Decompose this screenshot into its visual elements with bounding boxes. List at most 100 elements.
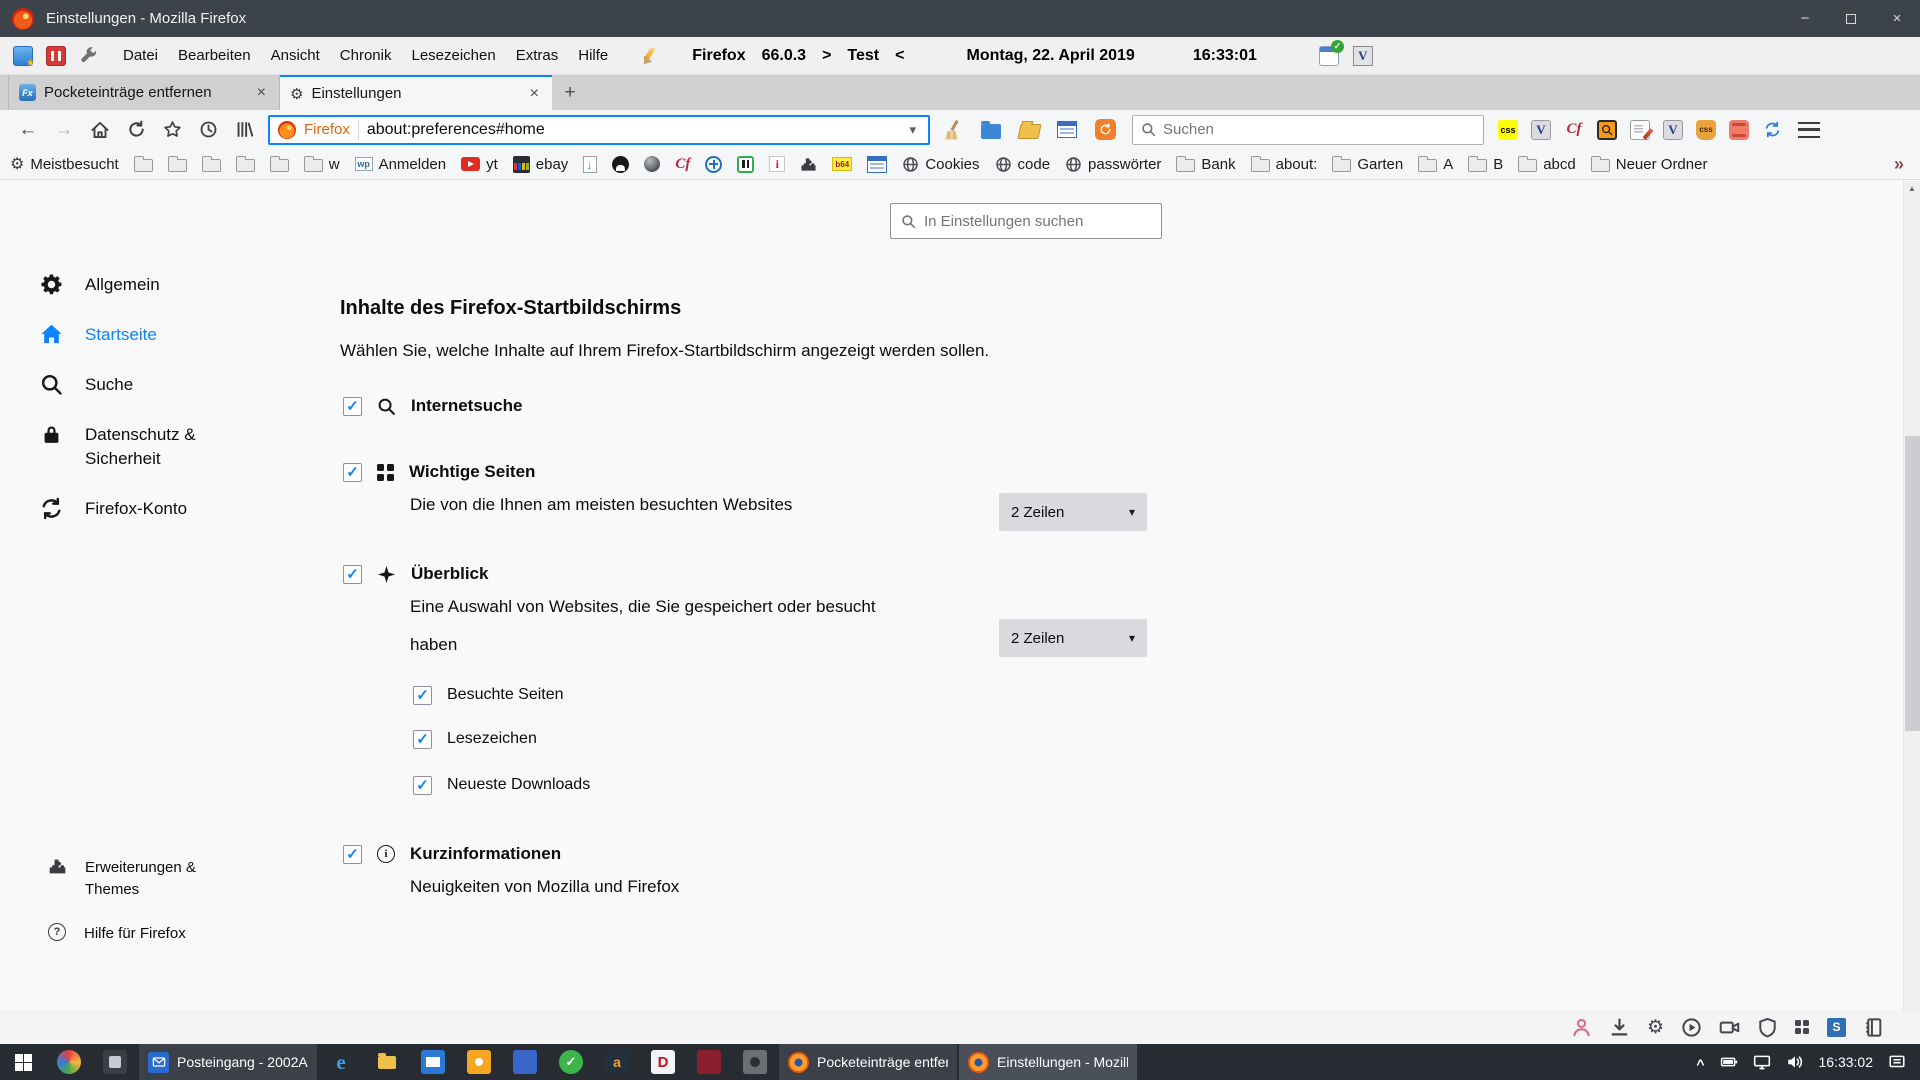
bookmark-meistbesucht[interactable]: ⚙ Meistbesucht — [10, 154, 119, 174]
tab-close-icon[interactable]: × — [527, 85, 542, 103]
battery-icon[interactable] — [1720, 1053, 1738, 1071]
sidebar-item-datenschutz[interactable]: Datenschutz & Sicherheit — [40, 423, 290, 471]
magnifier-extension-icon[interactable] — [1597, 120, 1617, 140]
bookmark-sphere-icon[interactable] — [644, 156, 660, 172]
bookmark-folder-neuer-ordner[interactable]: Neuer Ordner — [1591, 156, 1708, 173]
bookmark-folder-a[interactable]: A — [1418, 156, 1453, 173]
action-center-icon[interactable] — [1888, 1053, 1906, 1071]
checkbox-lesezeichen[interactable]: ✓ — [413, 730, 432, 749]
taskbar-app-edge[interactable]: e — [318, 1044, 364, 1080]
tab-einstellungen[interactable]: ⚙ Einstellungen × — [280, 75, 552, 110]
history-button[interactable] — [190, 114, 226, 146]
menu-hilfe[interactable]: Hilfe — [568, 37, 618, 75]
url-input[interactable] — [367, 121, 898, 139]
forward-button[interactable]: → — [46, 114, 82, 146]
script-scroll-extension-icon[interactable] — [1729, 120, 1749, 140]
checkbox-ueberblick[interactable]: ✓ — [343, 565, 362, 584]
calendar-icon[interactable] — [46, 46, 66, 66]
table-extension-button[interactable] — [1052, 117, 1082, 143]
taskbar-app-camera[interactable] — [732, 1044, 778, 1080]
bookmark-folder[interactable] — [270, 159, 289, 172]
bookmark-cookies[interactable]: Cookies — [902, 156, 979, 173]
bookmark-folder[interactable] — [168, 159, 187, 172]
v2-extension-icon[interactable]: V — [1663, 120, 1683, 140]
taskbar-button-einstellungen[interactable]: Einstellungen - Mozill... — [959, 1044, 1137, 1080]
minimize-button[interactable]: − — [1782, 0, 1828, 37]
checkbox-wichtige-seiten[interactable]: ✓ — [343, 463, 362, 482]
edit-document-extension-icon[interactable] — [1630, 120, 1650, 140]
network-monitor-icon[interactable] — [1753, 1053, 1771, 1071]
menu-lesezeichen[interactable]: Lesezeichen — [401, 37, 505, 75]
bookmark-folder-b[interactable]: B — [1468, 156, 1503, 173]
menu-hamburger-icon[interactable] — [1798, 122, 1820, 138]
spreadsheet-check-icon[interactable] — [1319, 46, 1339, 66]
wichtige-seiten-rows-select[interactable]: 2 Zeilen ▾ — [999, 493, 1147, 531]
checkbox-kurzinformationen[interactable]: ✓ — [343, 845, 362, 864]
gear-icon[interactable]: ⚙ — [1647, 1016, 1664, 1039]
v-extension-icon[interactable]: V — [1531, 120, 1551, 140]
url-bar[interactable]: Firefox ▾ — [268, 115, 930, 145]
bookmark-folder[interactable] — [236, 159, 255, 172]
taskbar-app-blue-1[interactable] — [410, 1044, 456, 1080]
bookmark-telekom-icon[interactable]: i — [769, 156, 785, 172]
bookmark-github-icon[interactable] — [612, 156, 629, 173]
open-folder-button[interactable] — [1014, 117, 1044, 143]
notebook-icon[interactable] — [1863, 1017, 1884, 1038]
bookmark-table-icon[interactable] — [867, 156, 887, 173]
bookmark-green-bracket-icon[interactable] — [737, 156, 754, 173]
bookmark-ebay[interactable]: ebay — [513, 156, 569, 173]
download-icon[interactable] — [1609, 1017, 1630, 1038]
page-scrollbar[interactable]: ▲ — [1903, 181, 1920, 1010]
bookmark-folder-about[interactable]: about: — [1251, 156, 1318, 173]
wrench-icon[interactable] — [79, 46, 99, 66]
taskbar-app-amazon[interactable]: a — [594, 1044, 640, 1080]
bookmark-folder[interactable] — [134, 159, 153, 172]
sidebar-item-erweiterungen[interactable]: Erweiterungen & Themes — [48, 857, 278, 901]
bookmark-folder-bank[interactable]: Bank — [1176, 156, 1235, 173]
checkbox-neueste-downloads[interactable]: ✓ — [413, 776, 432, 795]
blue-sync-extension-icon[interactable] — [1762, 120, 1782, 140]
close-button[interactable]: × — [1874, 0, 1920, 37]
bookmarks-overflow-chevron[interactable]: » — [1894, 154, 1904, 175]
restore-button[interactable] — [1828, 0, 1874, 37]
cf-extension-icon[interactable]: Cf — [1564, 120, 1584, 140]
bookmark-cf-icon[interactable]: Cf — [675, 154, 690, 174]
library-button[interactable] — [226, 114, 262, 146]
sidebar-item-allgemein[interactable]: Allgemein — [40, 273, 290, 297]
preferences-search-field[interactable] — [890, 203, 1162, 239]
window-star-icon[interactable] — [13, 46, 33, 66]
taskbar-app-explorer[interactable] — [364, 1044, 410, 1080]
bookmark-folder-abcd[interactable]: abcd — [1518, 156, 1576, 173]
orange-sync-button[interactable] — [1090, 117, 1120, 143]
grid-icon[interactable] — [1795, 1020, 1810, 1035]
bookmark-code[interactable]: code — [995, 156, 1051, 173]
search-input[interactable] — [1163, 121, 1475, 138]
taskbar-button-pocketeintraege[interactable]: Pocketeinträge entfer... — [779, 1044, 957, 1080]
menu-chronik[interactable]: Chronik — [330, 37, 402, 75]
camera-icon[interactable] — [1719, 1017, 1740, 1038]
reload-button[interactable] — [118, 114, 154, 146]
hidden-icons-chevron[interactable]: ^ — [1696, 1056, 1704, 1072]
bookmark-blue-globe-icon[interactable] — [705, 156, 722, 173]
back-button[interactable]: ← — [10, 114, 46, 146]
pencil-icon[interactable] — [640, 47, 658, 65]
sidebar-item-hilfe[interactable]: ? Hilfe für Firefox — [48, 923, 278, 945]
tray-clock[interactable]: 16:33:02 — [1819, 1054, 1874, 1070]
menu-extras[interactable]: Extras — [506, 37, 569, 75]
new-tab-button[interactable]: + — [552, 75, 588, 110]
tab-pocketeintraege[interactable]: Fx Pocketeinträge entfernen × — [8, 75, 280, 110]
home-button[interactable] — [82, 114, 118, 146]
bookmark-wp-anmelden[interactable]: wp Anmelden — [355, 156, 447, 173]
taskbar-app-orange[interactable] — [456, 1044, 502, 1080]
taskbar-app-d[interactable]: D — [640, 1044, 686, 1080]
bookmark-b64-icon[interactable]: b64 — [832, 157, 852, 171]
menu-bearbeiten[interactable]: Bearbeiten — [168, 37, 261, 75]
s-app-icon[interactable]: S — [1827, 1018, 1846, 1037]
css-yellow-extension-icon[interactable]: css — [1498, 120, 1518, 140]
sidebar-item-suche[interactable]: Suche — [40, 373, 290, 397]
preferences-search-input[interactable] — [924, 213, 1151, 230]
taskbar-app-blue-2[interactable] — [502, 1044, 548, 1080]
taskbar-app-tool[interactable] — [92, 1044, 138, 1080]
scrollbar-thumb[interactable] — [1905, 436, 1920, 731]
taskbar-button-posteingang[interactable]: Posteingang - 2002An... — [139, 1044, 317, 1080]
